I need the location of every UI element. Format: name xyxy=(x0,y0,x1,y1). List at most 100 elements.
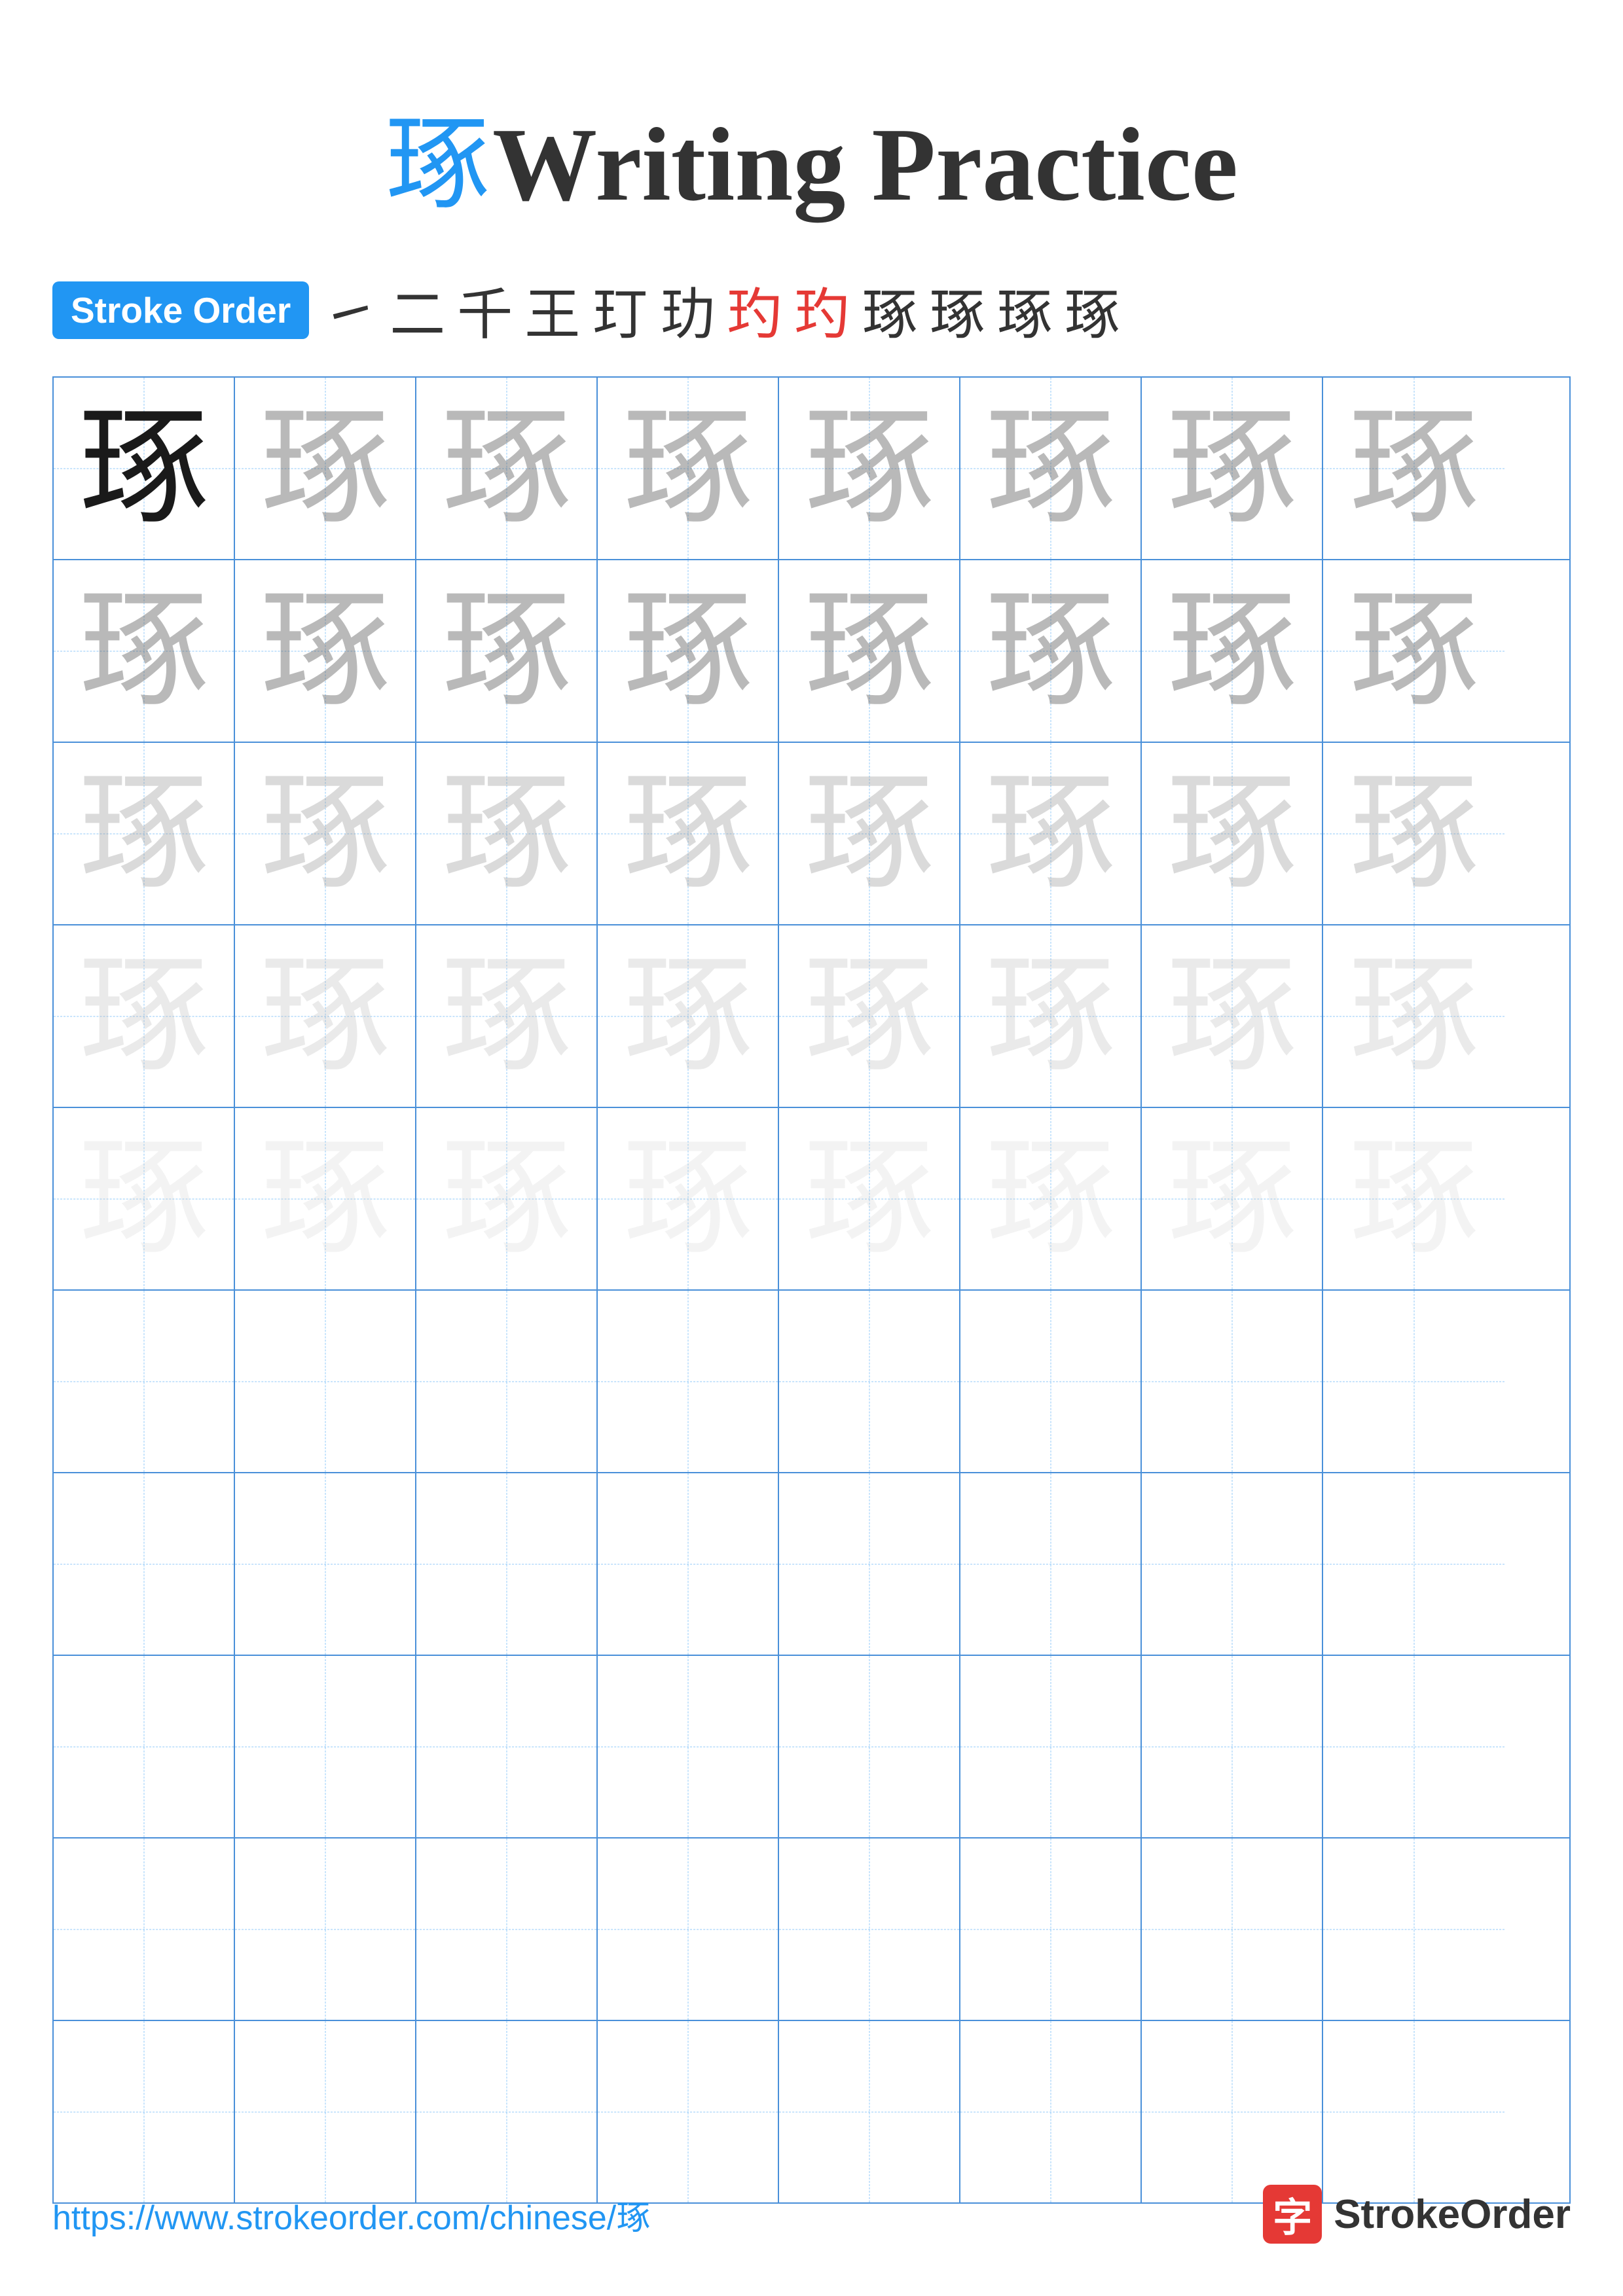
grid-cell[interactable] xyxy=(1323,1839,1504,2020)
grid-cell[interactable] xyxy=(416,1656,598,1837)
grid-cell[interactable]: 琢 xyxy=(1323,925,1504,1107)
grid-cell[interactable] xyxy=(235,1291,416,1472)
grid-cell[interactable] xyxy=(779,1473,960,1655)
grid-cell[interactable]: 琢 xyxy=(960,925,1142,1107)
footer-url[interactable]: https://www.strokeorder.com/chinese/琢 xyxy=(52,2190,650,2239)
grid-cell[interactable] xyxy=(54,2021,235,2202)
grid-cell[interactable] xyxy=(598,1291,779,1472)
grid-cell[interactable]: 琢 xyxy=(779,925,960,1107)
grid-cell[interactable]: 琢 xyxy=(1142,560,1323,742)
grid-cell[interactable] xyxy=(416,1291,598,1472)
grid-cell[interactable]: 琢 xyxy=(960,1108,1142,1289)
grid-cell[interactable] xyxy=(54,1291,235,1472)
grid-cell[interactable]: 琢 xyxy=(235,560,416,742)
grid-cell[interactable] xyxy=(235,1656,416,1837)
grid-cell[interactable] xyxy=(1142,1656,1323,1837)
grid-cell[interactable] xyxy=(598,2021,779,2202)
grid-cell[interactable] xyxy=(598,1656,779,1837)
grid-cell[interactable] xyxy=(960,1291,1142,1472)
grid-cell[interactable] xyxy=(54,1839,235,2020)
stroke-char-3: 千 xyxy=(457,270,513,350)
grid-cell[interactable]: 琢 xyxy=(235,925,416,1107)
brand-name: StrokeOrder xyxy=(1334,2191,1571,2238)
stroke-char-8: 玓 xyxy=(794,270,850,350)
grid-row-1: 琢 琢 琢 琢 琢 琢 琢 琢 xyxy=(54,378,1569,560)
grid-cell[interactable] xyxy=(1323,2021,1504,2202)
stroke-order-chars: ㇀ 二 千 王 玎 玏 玓 玓 琢 琢 琢 琢 xyxy=(322,270,1120,350)
grid-cell[interactable] xyxy=(598,1839,779,2020)
grid-cell[interactable] xyxy=(1323,1656,1504,1837)
grid-cell[interactable] xyxy=(960,1656,1142,1837)
grid-cell[interactable]: 琢 xyxy=(1323,1108,1504,1289)
grid-cell[interactable] xyxy=(1142,2021,1323,2202)
stroke-char-6: 玏 xyxy=(659,270,715,350)
grid-cell[interactable] xyxy=(54,1473,235,1655)
grid-cell[interactable]: 琢 xyxy=(1142,1108,1323,1289)
grid-cell[interactable]: 琢 xyxy=(416,560,598,742)
grid-cell[interactable]: 琢 xyxy=(779,1108,960,1289)
stroke-char-2: 二 xyxy=(390,270,445,350)
grid-cell[interactable] xyxy=(960,1839,1142,2020)
grid-cell[interactable] xyxy=(416,1473,598,1655)
grid-cell[interactable]: 琢 xyxy=(416,1108,598,1289)
stroke-order-row: Stroke Order ㇀ 二 千 王 玎 玏 玓 玓 琢 琢 琢 琢 xyxy=(52,270,1571,350)
grid-cell[interactable] xyxy=(416,2021,598,2202)
grid-cell[interactable]: 琢 xyxy=(54,925,235,1107)
grid-cell[interactable]: 琢 xyxy=(598,1108,779,1289)
grid-cell[interactable] xyxy=(1142,1839,1323,2020)
grid-cell[interactable]: 琢 xyxy=(235,378,416,559)
grid-cell[interactable]: 琢 xyxy=(598,378,779,559)
grid-cell[interactable]: 琢 xyxy=(1142,925,1323,1107)
grid-cell[interactable]: 琢 xyxy=(779,560,960,742)
grid-cell[interactable] xyxy=(416,1839,598,2020)
stroke-char-9: 琢 xyxy=(862,270,917,350)
grid-cell[interactable]: 琢 xyxy=(1323,743,1504,924)
grid-cell[interactable]: 琢 xyxy=(54,1108,235,1289)
grid-cell[interactable] xyxy=(960,2021,1142,2202)
grid-cell[interactable]: 琢 xyxy=(960,743,1142,924)
grid-cell[interactable]: 琢 xyxy=(598,560,779,742)
grid-row-3: 琢 琢 琢 琢 琢 琢 琢 琢 xyxy=(54,743,1569,925)
grid-row-4: 琢 琢 琢 琢 琢 琢 琢 琢 xyxy=(54,925,1569,1108)
grid-cell[interactable] xyxy=(1142,1291,1323,1472)
grid-cell[interactable] xyxy=(1142,1473,1323,1655)
grid-cell[interactable]: 琢 xyxy=(960,560,1142,742)
grid-cell[interactable]: 琢 xyxy=(1142,378,1323,559)
stroke-char-1: ㇀ xyxy=(322,270,378,350)
grid-row-8 xyxy=(54,1656,1569,1839)
grid-cell[interactable] xyxy=(235,1839,416,2020)
grid-cell[interactable]: 琢 xyxy=(598,743,779,924)
stroke-char-10: 琢 xyxy=(929,270,985,350)
grid-cell[interactable] xyxy=(54,1656,235,1837)
grid-cell[interactable] xyxy=(960,1473,1142,1655)
title-text: Writing Practice xyxy=(492,106,1238,223)
grid-cell[interactable]: 琢 xyxy=(779,378,960,559)
grid-cell[interactable]: 琢 xyxy=(54,378,235,559)
grid-cell[interactable] xyxy=(779,2021,960,2202)
grid-cell[interactable] xyxy=(779,1656,960,1837)
grid-row-7 xyxy=(54,1473,1569,1656)
footer-brand: 字 StrokeOrder xyxy=(1263,2185,1571,2244)
grid-cell[interactable]: 琢 xyxy=(416,743,598,924)
grid-cell[interactable]: 琢 xyxy=(1142,743,1323,924)
grid-cell[interactable] xyxy=(598,1473,779,1655)
grid-cell[interactable]: 琢 xyxy=(416,378,598,559)
page-title: 琢 Writing Practice xyxy=(0,0,1623,230)
grid-cell[interactable]: 琢 xyxy=(1323,560,1504,742)
grid-cell[interactable]: 琢 xyxy=(235,743,416,924)
grid-cell[interactable]: 琢 xyxy=(235,1108,416,1289)
grid-row-5: 琢 琢 琢 琢 琢 琢 琢 琢 xyxy=(54,1108,1569,1291)
grid-cell[interactable]: 琢 xyxy=(416,925,598,1107)
grid-cell[interactable] xyxy=(1323,1291,1504,1472)
grid-cell[interactable]: 琢 xyxy=(54,743,235,924)
grid-cell[interactable] xyxy=(779,1839,960,2020)
grid-cell[interactable]: 琢 xyxy=(779,743,960,924)
grid-cell[interactable]: 琢 xyxy=(1323,378,1504,559)
grid-cell[interactable]: 琢 xyxy=(598,925,779,1107)
grid-cell[interactable]: 琢 xyxy=(54,560,235,742)
grid-cell[interactable] xyxy=(779,1291,960,1472)
grid-cell[interactable] xyxy=(235,1473,416,1655)
grid-cell[interactable] xyxy=(1323,1473,1504,1655)
grid-cell[interactable]: 琢 xyxy=(960,378,1142,559)
grid-cell[interactable] xyxy=(235,2021,416,2202)
